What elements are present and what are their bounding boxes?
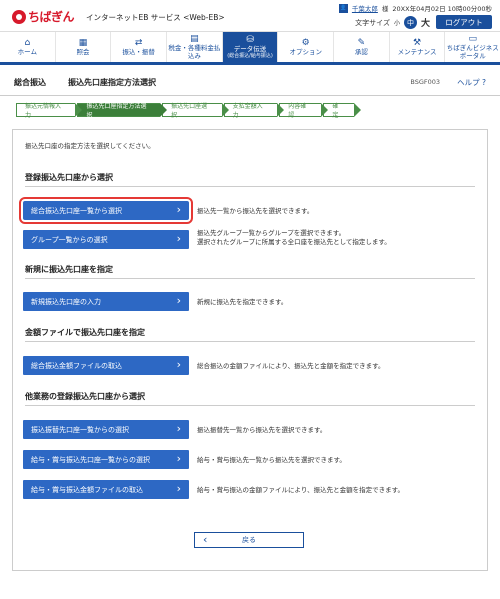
chevron-left-icon: ‹ [203, 533, 208, 546]
service-name: インターネットEB サービス <Web-EB> [86, 13, 225, 22]
section-file-heading: 金額ファイルで振込先口座を指定 [25, 327, 475, 342]
bank-logo[interactable]: ちばぎん [12, 8, 75, 25]
step-4: 支払金額入力 [223, 103, 284, 119]
input-new-account-button[interactable]: 新規振込先口座の入力 [23, 292, 189, 311]
tools-icon: ⚒ [413, 37, 422, 48]
step-1: 振込元情報入力 [16, 103, 84, 119]
user-suffix: 様 [381, 5, 389, 13]
progress-steps: 振込元情報入力 振込先口座指定方法選択 振込先口座選択 支払金額入力 内容確認 … [16, 103, 361, 119]
desc-group-line-1: 振込先グループ一覧からグループを選択できます。 [197, 229, 346, 237]
desc-account-list: 振込先一覧から振込先を選択できます。 [197, 207, 314, 215]
page-category: 総合振込 [14, 78, 46, 87]
help-link[interactable]: ヘルプ ? [457, 77, 486, 88]
import-amount-file-button[interactable]: 総合振込金額ファイルの取込 [23, 356, 189, 375]
user-icon: 👤 [338, 3, 348, 13]
nav-data-transmission[interactable]: ⛁ データ伝送 (総合振込/給与振込) [222, 32, 279, 62]
payment-icon: ▤ [190, 33, 199, 44]
nav-label: 振込・振替 [122, 47, 155, 56]
nav-label: 税金・各種料金払込み [168, 44, 221, 60]
help-label: ヘルプ [457, 78, 480, 87]
select-from-account-list-button[interactable]: 総合振込先口座一覧から選択 [19, 197, 193, 224]
section-new-heading: 新規に振込先口座を指定 [25, 264, 475, 279]
database-icon: ⛁ [246, 34, 254, 45]
nav-label: 承認 [354, 47, 368, 56]
user-info: 👤 千葉太郎 様 20XX年04月02日 10時00分00秒 [338, 3, 492, 13]
lead-text: 振込先口座の指定方法を選択してください。 [25, 142, 155, 150]
section-other-heading: 他業務の登録振込先口座から選択 [25, 391, 475, 406]
nav-label: オプション [289, 47, 322, 56]
back-label: 戻る [242, 536, 256, 544]
nav-option[interactable]: ⚙ オプション [278, 32, 335, 62]
home-icon: ⌂ [24, 37, 31, 48]
nav-label: ホーム [17, 47, 37, 56]
select-from-transfer-list-button[interactable]: 振込振替先口座一覧からの選択 [23, 420, 189, 439]
header: ちばぎん インターネットEB サービス <Web-EB> 👤 千葉太郎 様 20… [0, 0, 500, 30]
screen-id: BSGF003 [410, 78, 440, 86]
main-panel: 振込先口座の指定方法を選択してください。 登録振込先口座から選択 総合振込先口座… [12, 129, 488, 571]
font-small-button[interactable]: 小 [394, 18, 400, 27]
nav-transfer[interactable]: ⇄ 振込・振替 [111, 32, 168, 62]
approval-icon: ✎ [357, 37, 366, 48]
bank-logo-text: ちばぎん [28, 10, 75, 24]
inquiry-icon: ▦ [78, 37, 88, 48]
monitor-icon: ▭ [468, 33, 477, 44]
font-size-label: 文字サイズ [355, 18, 390, 27]
help-icon: ? [482, 78, 486, 87]
font-large-button[interactable]: 大 [421, 16, 430, 29]
section-registered-heading: 登録振込先口座から選択 [25, 172, 475, 187]
nav-sublabel: (総合振込/給与振込) [227, 52, 273, 59]
nav-inquiry[interactable]: ▦ 照会 [56, 32, 112, 62]
font-medium-button[interactable]: 中 [403, 16, 417, 29]
user-name[interactable]: 千葉太郎 [352, 3, 378, 13]
nav-business-portal[interactable]: ▭ ちばぎんビジネスポータル [445, 32, 500, 62]
desc-new-account: 新規に振込先を指定できます。 [197, 298, 288, 306]
desc-transfer-list: 振込振替先一覧から振込先を選択できます。 [197, 426, 327, 434]
desc-group-list: 振込先グループ一覧からグループを選択できます。 選択されたグループに所属する全口… [197, 229, 391, 248]
step-3: 振込先口座選択 [162, 103, 230, 119]
bank-logo-icon [12, 9, 26, 24]
step-5: 内容確認 [279, 103, 329, 119]
page-title-bar: 総合振込 振込先口座指定方法選択 BSGF003 ヘルプ ? [0, 68, 500, 96]
step-2-current: 振込先口座指定方法選択 [77, 103, 167, 119]
desc-salary-list: 給与・賞与振込先一覧から振込先を選択できます。 [197, 456, 346, 464]
select-from-group-list-button[interactable]: グループ一覧からの選択 [23, 230, 189, 249]
nav-label: ちばぎんビジネスポータル [446, 44, 499, 60]
nav-maintenance[interactable]: ⚒ メンテナンス [390, 32, 446, 62]
option-icon: ⚙ [301, 37, 310, 48]
page-title: 振込先口座指定方法選択 [68, 78, 156, 87]
font-size-switcher: 文字サイズ 小 中 大 [355, 16, 430, 29]
import-salary-file-button[interactable]: 給与・賞与振込金額ファイルの取込 [23, 480, 189, 499]
logout-button[interactable]: ログアウト [436, 15, 492, 29]
transfer-icon: ⇄ [134, 37, 143, 48]
select-from-salary-list-button[interactable]: 給与・賞与振込先口座一覧からの選択 [23, 450, 189, 469]
desc-group-line-2: 選択されたグループに所属する全口座を振込先として指定します。 [197, 238, 391, 247]
nav-home[interactable]: ⌂ ホーム [0, 32, 56, 62]
nav-tax-payment[interactable]: ▤ 税金・各種料金払込み [167, 32, 223, 62]
global-nav: ⌂ ホーム ▦ 照会 ⇄ 振込・振替 ▤ 税金・各種料金払込み ⛁ データ伝送 … [0, 31, 500, 65]
desc-amount-file: 総合振込の金額ファイルにより、振込先と金額を指定できます。 [197, 362, 385, 370]
nav-approval[interactable]: ✎ 承認 [334, 32, 390, 62]
nav-label: メンテナンス [397, 47, 437, 56]
desc-salary-file: 給与・賞与振込の金額ファイルにより、振込先と金額を指定できます。 [197, 486, 404, 494]
last-login-time: 20XX年04月02日 10時00分00秒 [392, 5, 492, 13]
nav-label: 照会 [76, 47, 90, 56]
back-button[interactable]: ‹ 戻る [194, 532, 304, 548]
